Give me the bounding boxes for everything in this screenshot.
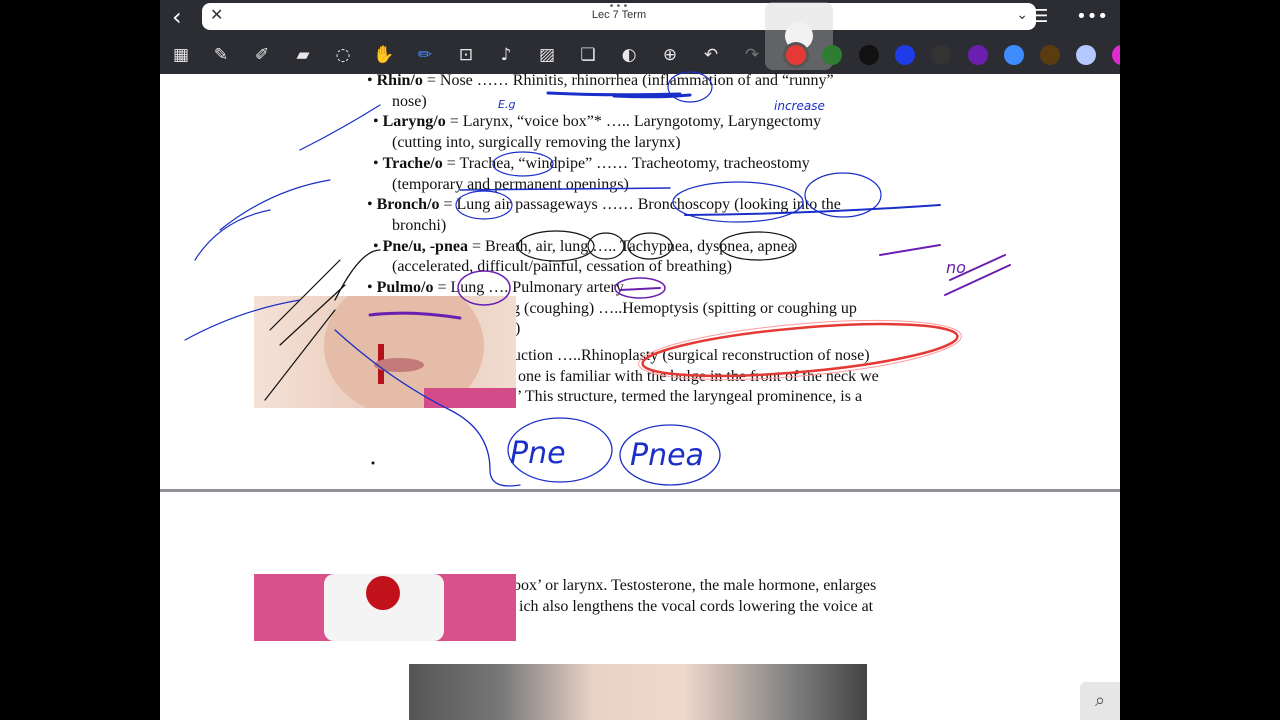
- definition-bronch: = Lung air passageways …… Bronchoscopy (…: [439, 196, 841, 213]
- blood-stain: [366, 576, 400, 610]
- document-title: Lec 7 Term: [591, 9, 647, 21]
- lasso-icon[interactable]: ◌: [330, 42, 356, 68]
- image-icon[interactable]: ▨: [534, 42, 560, 68]
- bullet: •: [367, 72, 373, 89]
- color-swatch-red[interactable]: [786, 45, 806, 65]
- undo-icon[interactable]: ↶: [698, 42, 724, 68]
- grid-icon[interactable]: ▦: [168, 42, 194, 68]
- list-icon[interactable]: ☰: [1032, 6, 1048, 27]
- color-swatch-blue[interactable]: [895, 45, 915, 65]
- term-pulmo: Pulmo/o: [376, 279, 434, 296]
- sticker-icon[interactable]: ◐: [616, 42, 642, 68]
- term-line-pulmo: • Pulmo/o = Lung …. Pulmonary artery: [367, 279, 624, 297]
- top-right-controls: ☰ •••: [1010, 6, 1108, 27]
- redo-icon[interactable]: ↷: [739, 42, 765, 68]
- term-pne: Pne/u, -pnea: [382, 238, 468, 255]
- definition-rhino: = Nose …… Rhinitis, rhinorrhea (inflamma…: [422, 72, 834, 89]
- definition-continuation: (accelerated, difficult/painful, cessati…: [392, 258, 732, 275]
- bullet: •: [373, 155, 379, 172]
- shirt-shape: [424, 388, 516, 408]
- definition-continuation: (temporary and permanent openings): [392, 176, 629, 193]
- hand-icon[interactable]: ✋: [371, 42, 397, 68]
- definition-continuation: bronchi): [392, 217, 447, 234]
- body-text-line: ’ This structure, termed the laryngeal p…: [517, 388, 863, 405]
- term-bronch: Bronch/o: [376, 196, 440, 213]
- definition-continuation: (cutting into, surgically removing the l…: [392, 134, 681, 151]
- lips-shape: [374, 358, 424, 372]
- highlighter-icon[interactable]: ✐: [249, 42, 275, 68]
- microphone-icon[interactable]: ♪: [493, 42, 519, 68]
- document-title-bar[interactable]: ✕ ••• Lec 7 Term ⌄: [202, 1, 1036, 30]
- body-text-line: ich also lengthens the vocal cords lower…: [519, 598, 874, 615]
- bloody-tissue-photo: [254, 574, 516, 641]
- definition-continuation: nose): [392, 93, 427, 110]
- definition-laryng: = Larynx, “voice box”* ….. Laryngotomy, …: [445, 113, 822, 130]
- pencil-icon[interactable]: ✏: [412, 42, 438, 68]
- body-text-line: uction …..Rhinoplasty (surgical reconstr…: [513, 347, 870, 364]
- body-text-line: one is familiar with the bulge in the fr…: [518, 368, 879, 385]
- back-button[interactable]: ‹: [172, 5, 194, 29]
- term-line-trache: • Trache/o = Trachea, “windpipe” …… Trac…: [373, 155, 810, 173]
- term-rhino: Rhin/o: [376, 72, 423, 89]
- term-laryng: Laryng/o: [382, 113, 446, 130]
- pen-icon[interactable]: ✎: [208, 42, 234, 68]
- zoom-icon: ⌕: [1094, 690, 1106, 711]
- color-swatch-light-blue[interactable]: [1004, 45, 1024, 65]
- color-swatch-dark-gray[interactable]: [931, 45, 951, 65]
- definition-pne: = Breath, air, lung ….. Tachypnea, dyspn…: [467, 238, 795, 255]
- color-swatch-green[interactable]: [822, 45, 842, 65]
- eraser-icon[interactable]: ▰: [290, 42, 316, 68]
- color-swatch-brown[interactable]: [1040, 45, 1060, 65]
- nosebleed-photo: [254, 296, 516, 408]
- term-line-pne: • Pne/u, -pnea = Breath, air, lung ….. T…: [373, 238, 795, 256]
- color-swatch-pale-blue[interactable]: [1076, 45, 1096, 65]
- body-text-line: g (coughing) …..Hemoptysis (spitting or …: [512, 300, 857, 317]
- text-box-icon[interactable]: ⊡: [453, 42, 479, 68]
- term-line-rhino: • Rhin/o = Nose …… Rhinitis, rhinorrhea …: [367, 72, 834, 90]
- term-line-bronch: • Bronch/o = Lung air passageways …… Bro…: [367, 196, 841, 214]
- bullet: •: [373, 238, 379, 255]
- term-trache: Trache/o: [382, 155, 443, 172]
- color-swatch-black[interactable]: [859, 45, 879, 65]
- term-line-laryng: • Laryng/o = Larynx, “voice box”* ….. La…: [373, 113, 821, 131]
- bullet: •: [367, 196, 373, 213]
- add-icon[interactable]: ⊕: [657, 42, 683, 68]
- notes-app: ‹ ✕ ••• Lec 7 Term ⌄ ☰ ••• ▦ ✎ ✐ ▰ ◌ ✋ ✏…: [160, 0, 1120, 720]
- color-swatch-purple[interactable]: [968, 45, 988, 65]
- bullet: •: [367, 279, 373, 296]
- definition-trache: = Trachea, “windpipe” …… Tracheotomy, tr…: [442, 155, 810, 172]
- shapes-icon[interactable]: ❏: [575, 42, 601, 68]
- more-icon[interactable]: •••: [1076, 6, 1108, 27]
- neck-photo: [409, 664, 867, 720]
- definition-pulmo: = Lung …. Pulmonary artery: [433, 279, 624, 296]
- body-text-line: box’ or larynx. Testosterone, the male h…: [513, 577, 877, 594]
- bullet: •: [373, 113, 379, 130]
- zoom-button[interactable]: ⌕: [1080, 682, 1120, 720]
